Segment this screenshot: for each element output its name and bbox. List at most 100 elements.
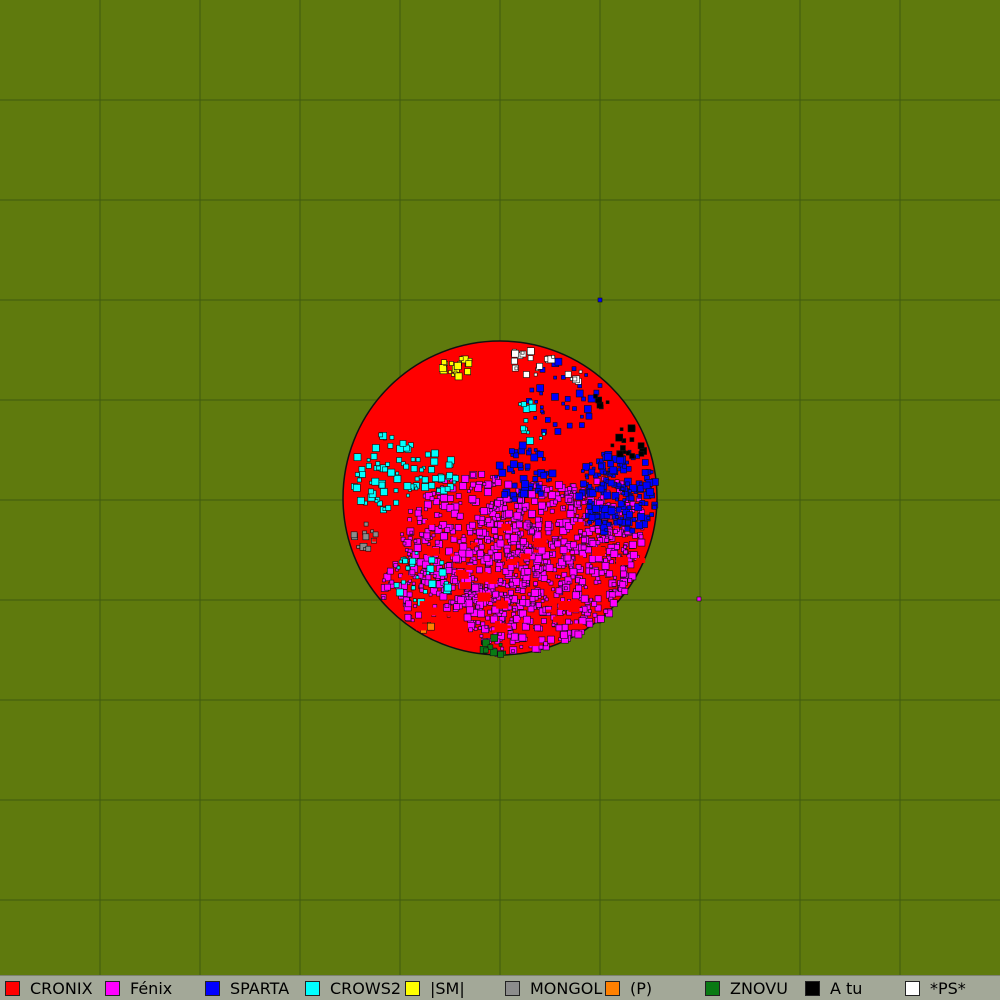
territory-cell — [555, 491, 560, 497]
territory-cell — [503, 526, 511, 531]
territory-cell — [584, 373, 588, 377]
territory-cell — [386, 567, 394, 575]
territory-cell — [362, 533, 370, 541]
territory-cell — [574, 521, 584, 527]
legend-swatch — [305, 981, 320, 996]
territory-cell — [475, 620, 481, 625]
territory-cell — [638, 501, 643, 506]
territory-cell — [551, 622, 556, 627]
territory-cell — [511, 649, 515, 653]
territory-cell — [420, 570, 424, 574]
territory-cell — [567, 497, 573, 503]
territory-cell — [434, 539, 440, 545]
territory-cell — [593, 477, 601, 485]
territory-cell — [524, 463, 531, 470]
territory-cell — [447, 612, 456, 617]
territory-cell — [603, 470, 607, 475]
territory-cell — [405, 565, 411, 571]
territory-cell — [365, 545, 372, 552]
territory-cell — [520, 489, 528, 498]
territory-cell — [595, 527, 601, 534]
territory-cell — [548, 477, 552, 482]
territory-cell — [428, 482, 436, 489]
territory-cell — [454, 524, 462, 531]
territory-cell — [598, 463, 604, 470]
territory-cell — [409, 530, 414, 535]
territory-cell — [613, 529, 618, 534]
territory-cell — [400, 532, 404, 537]
map-canvas[interactable] — [0, 0, 1000, 975]
legend-item: (P) — [605, 980, 652, 997]
territory-cell — [580, 480, 587, 488]
stray-marker[interactable] — [696, 596, 702, 602]
territory-cell — [511, 357, 518, 365]
territory-cell — [484, 625, 489, 629]
territory-cell — [453, 603, 461, 611]
territory-cell — [425, 520, 435, 525]
territory-cell — [509, 460, 518, 469]
planet-territory[interactable] — [342, 340, 659, 658]
territory-cell — [466, 605, 474, 614]
territory-cell — [359, 471, 366, 478]
territory-cell — [548, 491, 556, 499]
territory-cell — [465, 565, 475, 570]
territory-cell — [564, 371, 572, 378]
territory-cell — [495, 566, 502, 573]
territory-cell — [625, 466, 632, 472]
territory-cell — [484, 587, 488, 592]
territory-cell — [611, 581, 617, 587]
territory-cell — [528, 543, 533, 548]
territory-cell — [607, 507, 616, 515]
territory-cell — [589, 568, 595, 575]
territory-cell — [440, 532, 448, 541]
legend-item: |SM| — [405, 980, 465, 997]
territory-cell — [576, 500, 582, 506]
territory-cell — [566, 580, 571, 585]
territory-cell — [445, 461, 453, 469]
territory-cell — [469, 521, 476, 529]
territory-cell — [580, 544, 587, 551]
territory-cell — [609, 599, 618, 608]
territory-cell — [536, 362, 543, 370]
territory-cell — [615, 506, 622, 513]
territory-cell — [413, 539, 418, 543]
territory-cell — [554, 428, 562, 435]
territory-cell — [581, 500, 587, 505]
territory-cell — [504, 480, 513, 489]
territory-cell — [626, 511, 634, 519]
territory-cell — [627, 424, 636, 433]
territory-cell — [398, 559, 403, 564]
territory-cell — [625, 519, 632, 526]
territory-cell — [455, 569, 466, 576]
territory-cell — [525, 561, 530, 565]
territory-cell — [620, 570, 627, 578]
territory-cell — [526, 523, 531, 528]
territory-cell — [509, 581, 515, 587]
territory-cell — [513, 511, 522, 520]
territory-cell — [424, 507, 428, 512]
territory-cell — [438, 524, 442, 529]
territory-cell — [586, 620, 594, 628]
territory-cell — [467, 591, 472, 595]
territory-cell — [456, 622, 468, 630]
territory-cell — [485, 615, 491, 621]
territory-cell — [597, 472, 602, 477]
territory-cell — [396, 565, 401, 570]
territory-cell — [428, 579, 437, 588]
territory-cell — [385, 505, 392, 511]
territory-cell — [591, 601, 598, 607]
territory-cell — [520, 425, 527, 432]
territory-cell — [540, 409, 544, 414]
territory-cell — [540, 574, 548, 582]
stray-marker[interactable] — [597, 297, 603, 303]
alliance-map[interactable] — [0, 0, 1000, 975]
territory-cell — [510, 632, 519, 641]
territory-cell — [519, 599, 527, 606]
territory-cell — [410, 457, 416, 462]
territory-cell — [610, 549, 619, 558]
territory-cell — [587, 519, 593, 525]
territory-cell — [372, 444, 380, 452]
legend-label: ZNOVU — [730, 979, 788, 998]
territory-cell — [628, 540, 637, 549]
territory-cell — [431, 533, 436, 538]
